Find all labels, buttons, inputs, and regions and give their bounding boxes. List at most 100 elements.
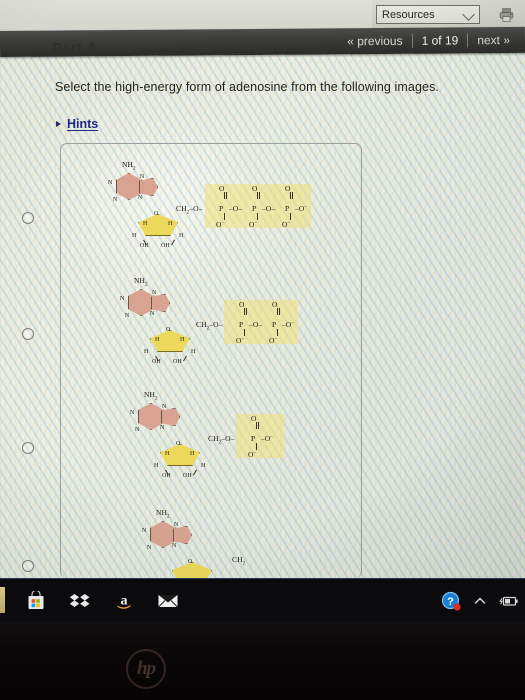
double-bond-3b (292, 192, 293, 199)
ring-oxygen-label: O (188, 559, 193, 565)
double-bond-3a (290, 192, 291, 199)
radio-option-adp[interactable] (22, 328, 34, 340)
hydrogen-label-1: H (165, 451, 170, 457)
hydrogen-label-2: H (168, 221, 173, 227)
tray-item-help[interactable]: ? (441, 591, 461, 611)
laptop-screen: Resources « previous 1 of 19 next » Part… (0, 0, 525, 578)
nitrogen-label-2: N (125, 313, 130, 319)
taskbar-item-dropbox[interactable] (58, 579, 102, 623)
double-bond-2a (257, 192, 258, 199)
bond-p2-o (277, 329, 278, 336)
hydrogen-label-2: H (190, 451, 195, 457)
amine-label: NH2 (122, 160, 136, 172)
phosphate-anion-1: O– (236, 336, 245, 345)
svg-text:a: a (121, 594, 128, 609)
tray-item-show-hidden[interactable] (473, 594, 487, 608)
nitrogen-label-1: N (130, 410, 135, 416)
double-bond-1b (258, 422, 259, 429)
question-text: Select the high-energy form of adenosine… (55, 80, 439, 94)
phosphorus-label-2: P (272, 320, 277, 329)
bond-p1-o (224, 213, 225, 220)
taskbar-edge-sliver (0, 587, 5, 613)
hints-toggle[interactable]: Hints (56, 117, 98, 131)
methylene-label-4: CH2 (232, 555, 246, 567)
radio-option-amp[interactable] (22, 442, 34, 454)
ring-oxygen-label: O (154, 211, 159, 217)
methylene-label: CH2–O– (208, 434, 235, 446)
phosphate-anion-1: O– (216, 220, 225, 229)
phosphate-anion-1: O– (248, 450, 257, 459)
hydroxyl-label-2: OH (183, 473, 192, 479)
nitrogen-label-3: N (140, 174, 145, 180)
hydrogen-label-4: H (201, 463, 206, 469)
amine-label: NH2 (156, 508, 170, 520)
hydrogen-label-3: H (154, 463, 159, 469)
nitrogen-label-1: N (108, 180, 113, 186)
bond-p2-o (257, 213, 258, 220)
terminal-anion: –O– (282, 320, 294, 329)
previous-button[interactable]: « previous (338, 34, 411, 49)
chevron-up-icon (474, 597, 486, 604)
chevron-down-icon (462, 8, 475, 21)
next-button[interactable]: next » (468, 33, 519, 47)
bond-p3-o (290, 213, 291, 220)
dropbox-icon (69, 594, 90, 607)
hydrogen-label-4: H (191, 349, 196, 355)
nitrogen-label-3: N (174, 522, 179, 528)
hydrogen-label-3: H (132, 233, 137, 239)
windows-taskbar: a ? (0, 578, 525, 622)
hydrogen-label-1: H (143, 221, 148, 227)
bond-p1-o (256, 443, 257, 450)
phosphorus-label-2: P (252, 204, 257, 213)
phosphate-anion-2: O– (269, 336, 278, 345)
nitrogen-label-1: N (120, 296, 125, 302)
bond-p1-o (244, 329, 245, 336)
taskbar-item-mail[interactable] (146, 579, 190, 623)
amazon-icon: a (117, 594, 131, 609)
nitrogen-label-4: N (160, 425, 165, 431)
question-position-label: 1 of 19 (421, 33, 459, 48)
terminal-anion: –O– (295, 204, 307, 213)
nitrogen-label-3: N (152, 290, 157, 296)
phosphorus-label-1: P (219, 204, 224, 213)
radio-option-atp[interactable] (22, 212, 34, 224)
methylene-label: CH2–O– (196, 320, 223, 332)
terminal-anion: –O– (261, 434, 273, 443)
tray-item-battery[interactable] (499, 594, 519, 608)
hp-logo: hp (126, 649, 166, 689)
hydrogen-label-3: H (144, 349, 149, 355)
phosphate-anion-3: O– (282, 220, 291, 229)
amine-label: NH2 (134, 276, 148, 288)
printer-icon[interactable] (498, 7, 515, 23)
resources-dropdown[interactable]: Resources (376, 5, 480, 24)
bridge-oxygen-1: –O– (229, 204, 243, 213)
triangle-right-icon (56, 121, 61, 127)
laptop-bezel: hp (0, 622, 525, 700)
part-label: Part A (52, 40, 98, 57)
double-bond-1b (226, 192, 227, 199)
hints-label: Hints (67, 117, 99, 131)
radio-option-adenosine[interactable] (22, 560, 34, 572)
hydrogen-label-1: H (155, 337, 160, 343)
taskbar-item-microsoft-store[interactable] (14, 579, 58, 623)
nitrogen-label-3: N (162, 404, 167, 410)
phosphorus-label-1: P (239, 320, 244, 329)
hydroxyl-label-2: OH (173, 359, 182, 365)
bridge-oxygen-1: –O– (249, 320, 263, 329)
help-icon: ? (441, 591, 461, 611)
nitrogen-label-4: N (172, 543, 177, 549)
ring-oxygen-label: O (176, 441, 181, 447)
ring-oxygen-label: O (166, 327, 171, 333)
phosphate-anion-2: O– (249, 220, 258, 229)
hydrogen-label-2: H (180, 337, 185, 343)
screenshot-root: Resources « previous 1 of 19 next » Part… (0, 0, 525, 700)
phosphorus-label-3: P (285, 204, 290, 213)
hydroxyl-label-2: OH (161, 243, 170, 249)
double-bond-1b (246, 308, 247, 315)
svg-text:?: ? (447, 596, 454, 608)
hydrogen-label-4: H (179, 233, 184, 239)
phosphorus-label-1: P (251, 434, 256, 443)
nitrogen-label-1: N (142, 528, 147, 534)
nitrogen-label-2: N (147, 545, 152, 551)
taskbar-item-amazon[interactable]: a (102, 579, 146, 623)
